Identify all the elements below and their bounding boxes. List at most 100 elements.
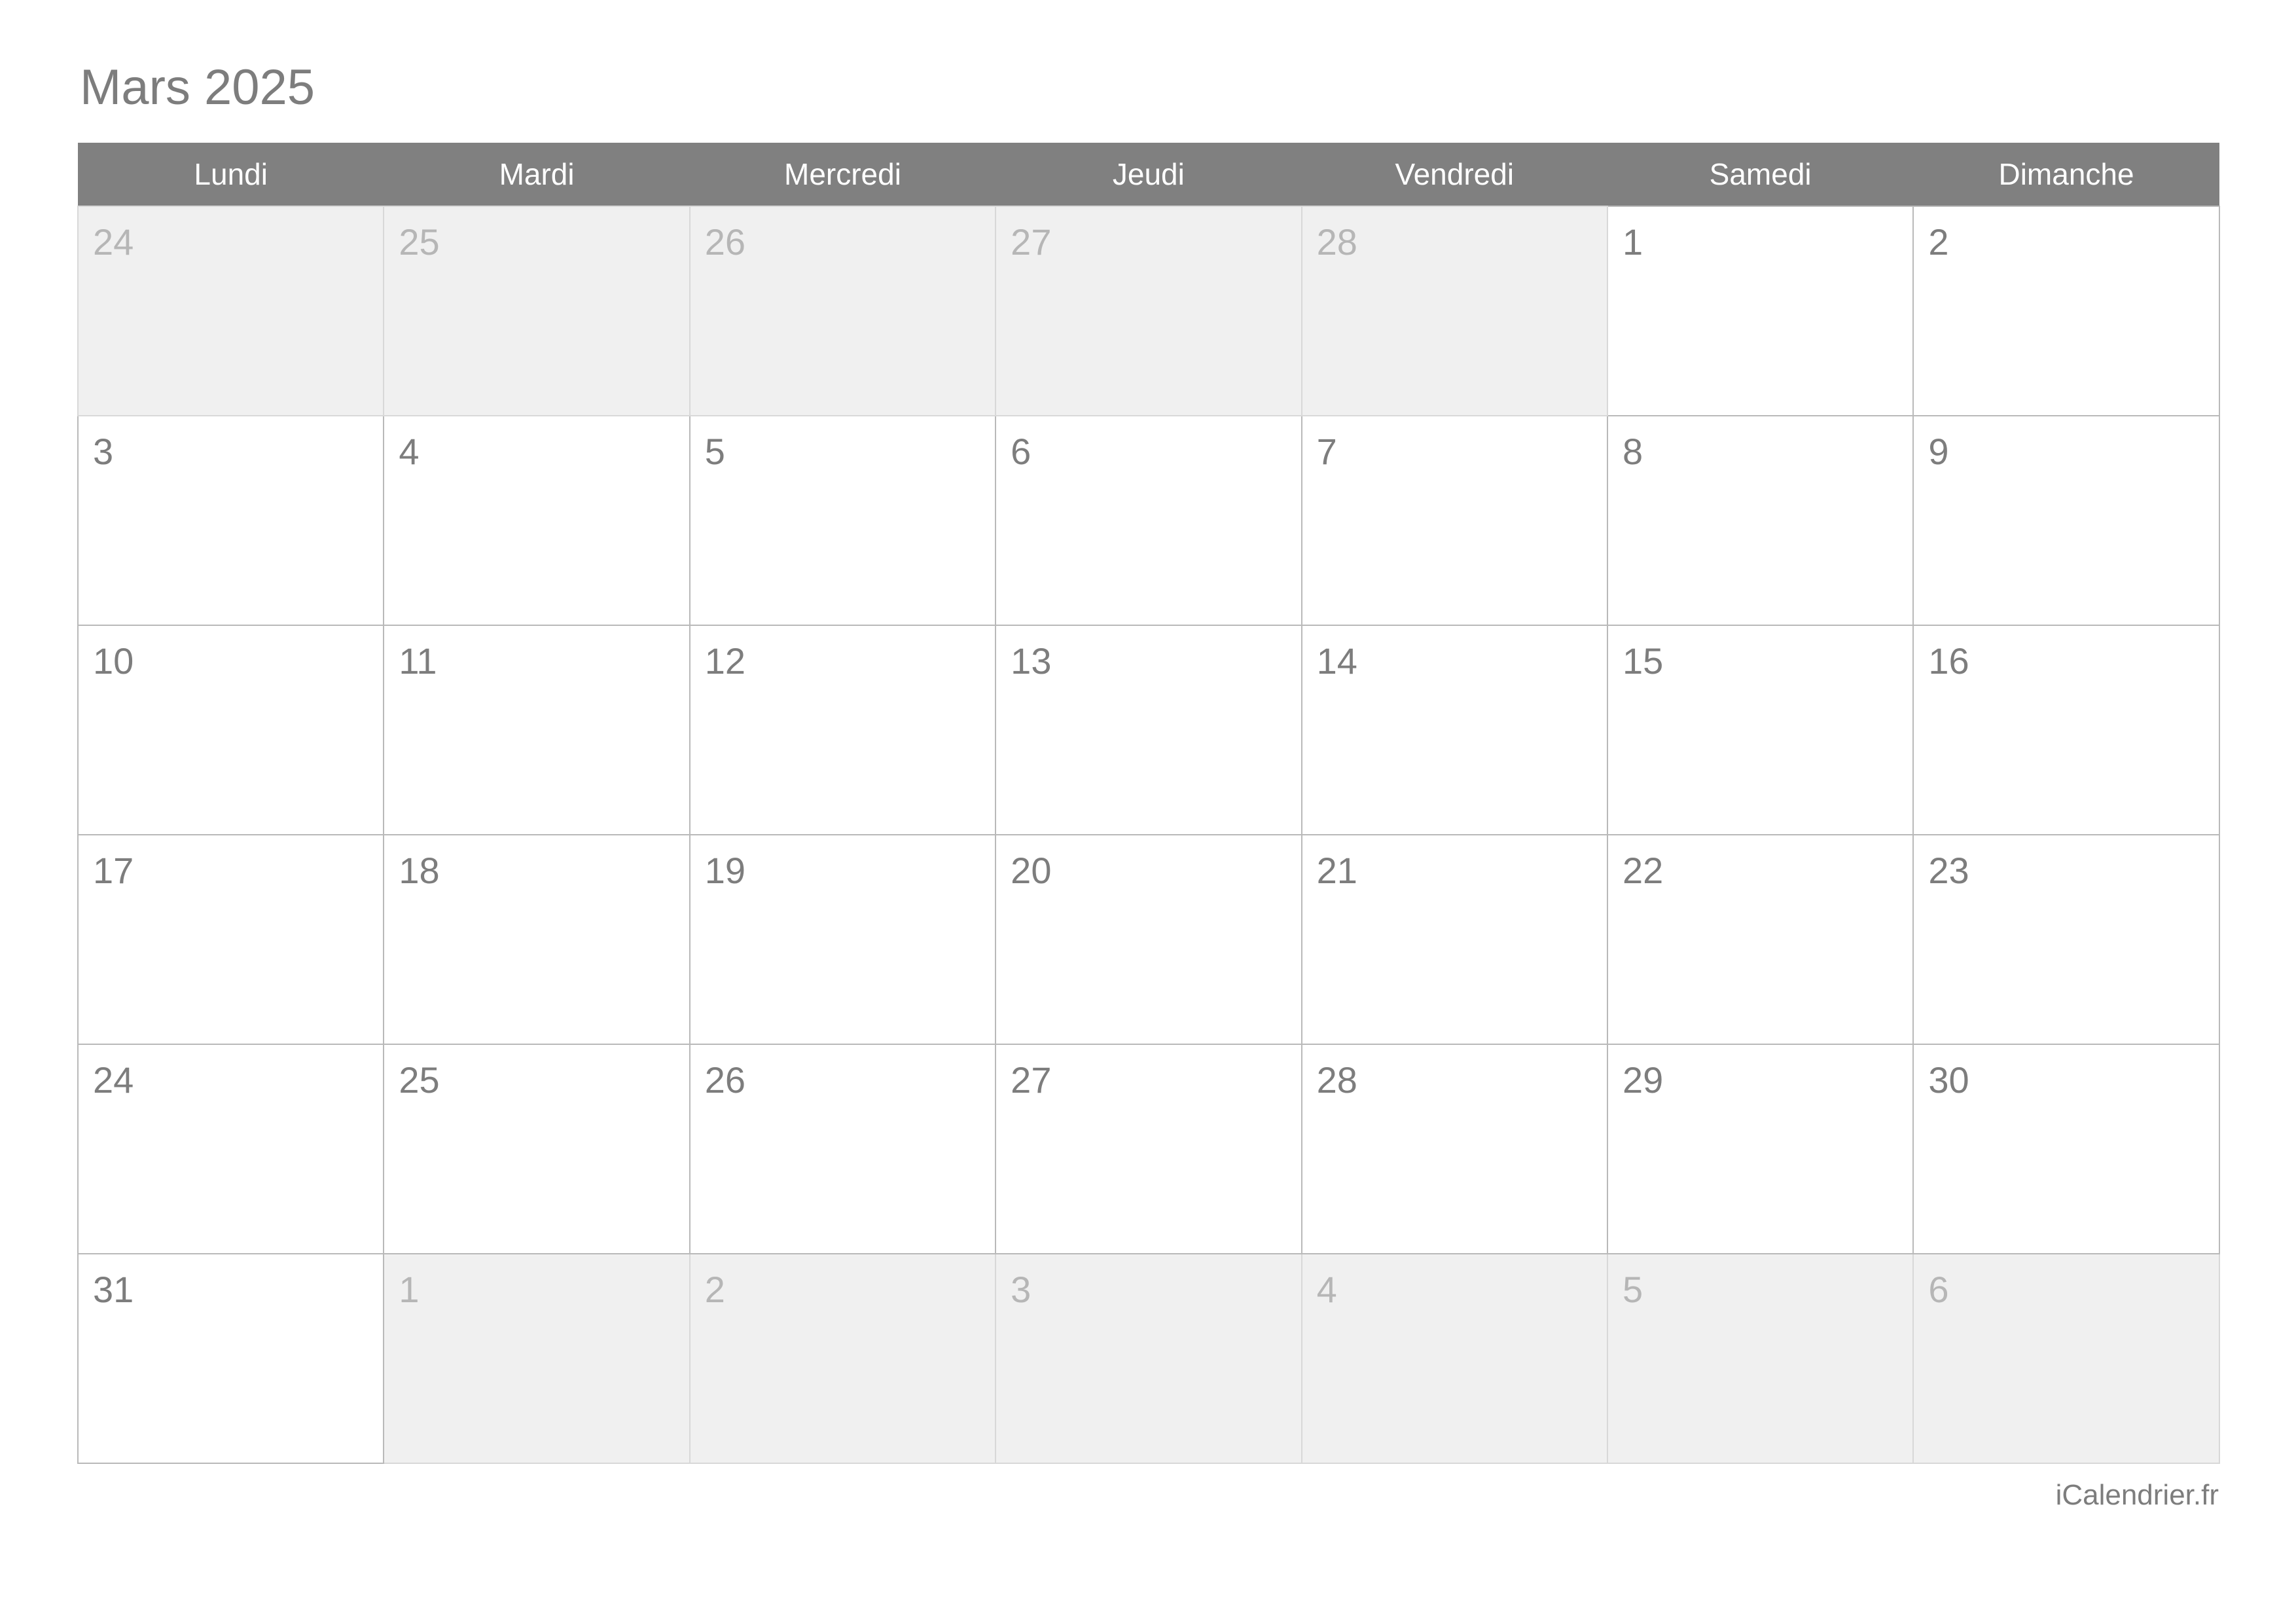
day-number: 6: [1011, 431, 1031, 472]
calendar-week-row: 3 4 5 6 7 8 9: [77, 415, 2220, 626]
day-cell[interactable]: 26: [689, 1044, 997, 1254]
day-cell-adjacent-month[interactable]: 27: [995, 206, 1302, 416]
weekday-header-jeudi: Jeudi: [996, 143, 1302, 206]
day-cell-adjacent-month[interactable]: 26: [689, 206, 997, 416]
day-cell[interactable]: 20: [995, 834, 1302, 1045]
day-number: 30: [1928, 1059, 1969, 1101]
day-number: 8: [1622, 431, 1643, 472]
day-cell[interactable]: 21: [1300, 834, 1608, 1045]
day-number: 14: [1316, 640, 1357, 682]
day-cell-adjacent-month[interactable]: 2: [689, 1253, 997, 1464]
day-number: 4: [1316, 1269, 1337, 1310]
calendar-week-row: 24 25 26 27 28 29 30: [77, 1044, 2220, 1254]
day-number: 15: [1622, 640, 1664, 682]
day-cell[interactable]: 16: [1912, 625, 2220, 835]
day-number: 11: [399, 640, 437, 682]
day-cell-adjacent-month[interactable]: 6: [1912, 1253, 2220, 1464]
weekday-header-lundi: Lundi: [78, 143, 384, 206]
day-number: 23: [1928, 850, 1969, 891]
day-number: 1: [1622, 221, 1643, 263]
day-cell[interactable]: 1: [1606, 206, 1914, 416]
day-number: 26: [704, 221, 746, 263]
day-cell[interactable]: 9: [1912, 415, 2220, 626]
day-cell[interactable]: 14: [1300, 625, 1608, 835]
day-cell-adjacent-month[interactable]: 25: [383, 206, 691, 416]
weekday-header-dimanche: Dimanche: [1913, 143, 2219, 206]
day-cell[interactable]: 25: [383, 1044, 691, 1254]
day-cell[interactable]: 31: [77, 1253, 385, 1464]
day-cell[interactable]: 18: [383, 834, 691, 1045]
day-cell[interactable]: 22: [1606, 834, 1914, 1045]
weekday-header: Lundi Mardi Mercredi Jeudi Vendredi Samedi Dim…: [78, 143, 2219, 206]
day-number: 19: [704, 850, 746, 891]
day-cell[interactable]: 12: [689, 625, 997, 835]
day-cell[interactable]: 11: [383, 625, 691, 835]
day-number: 24: [93, 221, 134, 263]
day-number: 3: [1011, 1269, 1031, 1310]
day-cell[interactable]: 8: [1606, 415, 1914, 626]
day-number: 27: [1011, 221, 1052, 263]
day-number: 3: [93, 431, 114, 472]
calendar-week-row: 17 18 19 20 21 22 23: [77, 834, 2220, 1045]
day-number: 10: [93, 640, 134, 682]
day-number: 28: [1316, 1059, 1357, 1101]
day-number: 28: [1316, 221, 1357, 263]
day-cell[interactable]: 17: [77, 834, 385, 1045]
weekday-header-mardi: Mardi: [384, 143, 690, 206]
day-number: 5: [1622, 1269, 1643, 1310]
day-cell[interactable]: 5: [689, 415, 997, 626]
day-cell-adjacent-month[interactable]: 4: [1300, 1253, 1608, 1464]
day-number: 31: [93, 1269, 134, 1310]
day-cell[interactable]: 13: [995, 625, 1302, 835]
calendar-page: Mars 2025 Lundi Mardi Mercredi Jeudi Vendred…: [0, 0, 2296, 1623]
site-attribution: iCalendrier.fr: [2055, 1479, 2219, 1511]
day-number: 9: [1928, 431, 1949, 472]
day-cell[interactable]: 19: [689, 834, 997, 1045]
day-cell[interactable]: 23: [1912, 834, 2220, 1045]
day-cell[interactable]: 24: [77, 1044, 385, 1254]
day-number: 6: [1928, 1269, 1949, 1310]
calendar-week-row: 31 1 2 3 4 5 6: [77, 1253, 2220, 1464]
day-cell[interactable]: 30: [1912, 1044, 2220, 1254]
day-number: 17: [93, 850, 134, 891]
day-cell-adjacent-month[interactable]: 24: [77, 206, 385, 416]
day-number: 25: [399, 1059, 440, 1101]
day-number: 16: [1928, 640, 1969, 682]
day-number: 7: [1316, 431, 1337, 472]
day-cell-adjacent-month[interactable]: 3: [995, 1253, 1302, 1464]
day-number: 2: [704, 1269, 725, 1310]
calendar-header-row: Lundi Mardi Mercredi Jeudi Vendredi Samedi Dim…: [78, 143, 2219, 206]
calendar-week-row: 10 11 12 13 14 15 16: [77, 625, 2220, 835]
day-number: 21: [1316, 850, 1357, 891]
calendar-grid: Lundi Mardi Mercredi Jeudi Vendredi Samedi Dim…: [77, 143, 2220, 1464]
day-cell-adjacent-month[interactable]: 5: [1606, 1253, 1914, 1464]
day-number: 4: [399, 431, 420, 472]
day-number: 13: [1011, 640, 1052, 682]
day-cell-adjacent-month[interactable]: 1: [383, 1253, 691, 1464]
day-cell[interactable]: 10: [77, 625, 385, 835]
day-cell[interactable]: 6: [995, 415, 1302, 626]
day-number: 24: [93, 1059, 134, 1101]
day-number: 27: [1011, 1059, 1052, 1101]
day-number: 5: [704, 431, 725, 472]
day-cell[interactable]: 28: [1300, 1044, 1608, 1254]
day-cell-adjacent-month[interactable]: 28: [1300, 206, 1608, 416]
day-number: 25: [399, 221, 440, 263]
day-cell[interactable]: 27: [995, 1044, 1302, 1254]
calendar-table: Lundi Mardi Mercredi Jeudi Vendredi Samedi Dim…: [77, 143, 2220, 1464]
day-number: 26: [704, 1059, 746, 1101]
weekday-header-mercredi: Mercredi: [689, 143, 996, 206]
day-number: 29: [1622, 1059, 1664, 1101]
day-cell[interactable]: 2: [1912, 206, 2220, 416]
weekday-header-samedi: Samedi: [1607, 143, 1914, 206]
weekday-header-vendredi: Vendredi: [1301, 143, 1607, 206]
day-number: 2: [1928, 221, 1949, 263]
day-cell[interactable]: 29: [1606, 1044, 1914, 1254]
page-title: Mars 2025: [80, 60, 315, 115]
day-cell[interactable]: 7: [1300, 415, 1608, 626]
day-cell[interactable]: 15: [1606, 625, 1914, 835]
day-number: 22: [1622, 850, 1664, 891]
day-cell[interactable]: 4: [383, 415, 691, 626]
day-number: 12: [704, 640, 746, 682]
day-cell[interactable]: 3: [77, 415, 385, 626]
